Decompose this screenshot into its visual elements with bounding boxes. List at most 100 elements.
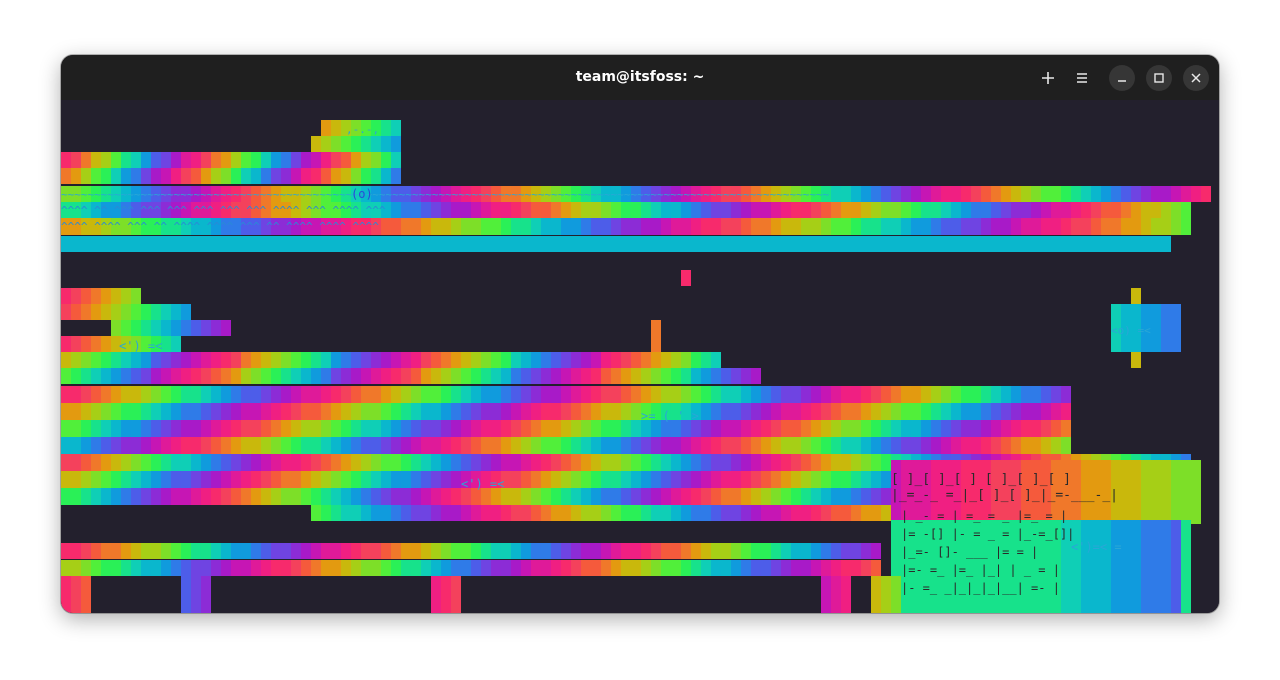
rainbow-cell	[481, 454, 491, 471]
rainbow-cell	[941, 437, 951, 454]
fish-cell	[1131, 352, 1141, 368]
menu-button[interactable]	[1069, 65, 1095, 91]
rainbow-cell	[171, 403, 181, 420]
rainbow-cell	[221, 543, 231, 559]
rainbow-cell	[321, 386, 331, 403]
rainbow-cell	[541, 505, 551, 521]
rainbow-cell	[101, 352, 111, 368]
rainbow-cell	[391, 505, 401, 521]
rainbow-cell	[361, 168, 371, 184]
rainbow-cell	[71, 304, 81, 320]
rainbow-cell	[581, 471, 591, 488]
rainbow-cell	[391, 218, 401, 235]
rainbow-cell	[261, 543, 271, 559]
rainbow-cell	[61, 576, 71, 613]
rainbow-cell	[131, 320, 141, 336]
rainbow-cell	[1101, 202, 1111, 218]
rainbow-cell	[361, 454, 371, 471]
rainbow-cell	[331, 152, 341, 168]
rainbow-cell	[111, 454, 121, 471]
rainbow-cell	[721, 202, 731, 218]
rainbow-cell	[511, 386, 521, 403]
terminal-output[interactable]: ,-.-, ~~~~~~~~~~~~~~~~~~~~~~~~~~~~~~~~~~~…	[61, 100, 1211, 613]
rainbow-cell	[651, 505, 661, 521]
rainbow-cell	[601, 488, 611, 505]
rainbow-cell	[1131, 520, 1141, 613]
rainbow-cell	[301, 488, 311, 505]
rainbow-cell	[531, 420, 541, 437]
rainbow-cell	[831, 505, 841, 521]
rainbow-cell	[91, 336, 101, 352]
title-bar[interactable]: team@itsfoss: ~	[61, 55, 1219, 100]
rainbow-cell	[561, 368, 571, 384]
rainbow-cell	[401, 368, 411, 384]
rainbow-cell	[951, 202, 961, 218]
rainbow-cell	[921, 437, 931, 454]
rainbow-cell	[731, 368, 741, 384]
rainbow-cell	[101, 471, 111, 488]
rainbow-cell	[541, 543, 551, 559]
rainbow-cell	[861, 202, 871, 218]
rainbow-cell	[101, 386, 111, 403]
rainbow-cell	[1041, 420, 1051, 437]
rainbow-cell	[581, 368, 591, 384]
rainbow-cell	[891, 218, 901, 235]
rainbow-cell	[821, 488, 831, 505]
rainbow-cell	[401, 543, 411, 559]
maximize-button[interactable]	[1146, 65, 1172, 91]
rainbow-cell	[871, 576, 881, 613]
rainbow-cell	[311, 403, 321, 420]
rainbow-cell	[101, 288, 111, 304]
rainbow-cell	[511, 543, 521, 559]
ascii-castle-row2: | _- = | =_ = _ |=_ = |	[901, 509, 1067, 523]
rainbow-cell	[371, 368, 381, 384]
rainbow-cell	[601, 403, 611, 420]
rainbow-cell	[561, 543, 571, 559]
rainbow-cell	[591, 505, 601, 521]
rainbow-cell	[141, 488, 151, 505]
rainbow-cell	[131, 454, 141, 471]
lolcat-aquarium-art: ,-.-, ~~~~~~~~~~~~~~~~~~~~~~~~~~~~~~~~~~~…	[61, 120, 1211, 613]
rainbow-cell	[181, 168, 191, 184]
rainbow-cell	[211, 320, 221, 336]
rainbow-cell	[81, 420, 91, 437]
rainbow-cell	[831, 403, 841, 420]
rainbow-cell	[731, 454, 741, 471]
rainbow-cell	[441, 454, 451, 471]
rainbow-cell	[401, 352, 411, 368]
rainbow-cell	[1051, 420, 1061, 437]
rainbow-cell	[831, 576, 841, 613]
rainbow-cell	[711, 420, 721, 437]
terminal-scrollbar[interactable]	[1211, 100, 1219, 613]
rainbow-cell	[631, 437, 641, 454]
rainbow-cell	[181, 543, 191, 559]
rainbow-cell	[641, 386, 651, 403]
rainbow-cell	[951, 186, 961, 202]
rainbow-cell	[581, 505, 591, 521]
rainbow-cell	[491, 403, 501, 420]
rainbow-cell	[331, 454, 341, 471]
rainbow-cell	[661, 560, 671, 576]
rainbow-cell	[1161, 336, 1171, 352]
rainbow-cell	[681, 368, 691, 384]
rainbow-cell	[241, 152, 251, 168]
rainbow-cell	[571, 488, 581, 505]
new-tab-button[interactable]	[1035, 65, 1061, 91]
rainbow-cell	[901, 386, 911, 403]
rainbow-cell	[441, 202, 451, 218]
rainbow-cell	[251, 488, 261, 505]
minimize-button[interactable]	[1109, 65, 1135, 91]
rainbow-cell	[821, 386, 831, 403]
rainbow-cell	[621, 386, 631, 403]
rainbow-cell	[131, 288, 141, 304]
rainbow-cell	[171, 304, 181, 320]
rainbow-cell	[291, 368, 301, 384]
rainbow-cell	[861, 420, 871, 437]
rainbow-cell	[581, 488, 591, 505]
rainbow-cell	[161, 454, 171, 471]
rainbow-cell	[721, 386, 731, 403]
close-button[interactable]	[1183, 65, 1209, 91]
rainbow-cell	[531, 352, 541, 368]
rainbow-cell	[1171, 186, 1181, 202]
rainbow-cell	[741, 202, 751, 218]
